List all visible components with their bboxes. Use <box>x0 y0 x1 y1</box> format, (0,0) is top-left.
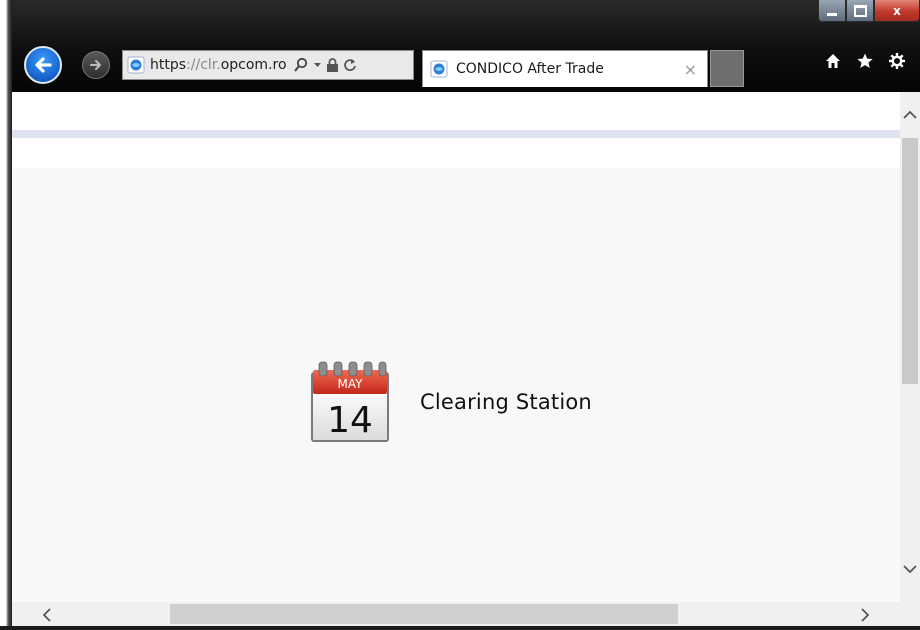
page-favicon-icon <box>127 56 145 74</box>
calendar-icon: MAY 14 <box>311 361 389 442</box>
maximize-icon <box>853 4 867 17</box>
scroll-down-icon[interactable] <box>903 564 917 574</box>
close-icon: x <box>893 3 901 18</box>
calendar-month: MAY <box>338 377 364 391</box>
forward-button[interactable] <box>82 51 110 79</box>
new-tab-button[interactable] <box>710 50 744 87</box>
page-viewport: MAY 14 Clearing Station <box>12 92 900 602</box>
url-subdomain: clr. <box>200 57 221 73</box>
toolbar-right <box>822 52 908 75</box>
window-bottom-edge <box>0 626 920 630</box>
scroll-left-icon[interactable] <box>42 608 52 622</box>
vertical-scroll-thumb[interactable] <box>902 138 918 384</box>
calendar-day: 14 <box>327 400 373 441</box>
clearing-station-tile[interactable]: MAY 14 Clearing Station <box>308 360 592 444</box>
tab-title: CONDICO After Trade <box>456 61 604 77</box>
horizontal-scroll-thumb[interactable] <box>170 604 678 624</box>
subheader-area <box>12 138 900 168</box>
minimize-button[interactable] <box>818 0 846 22</box>
tab-close-icon[interactable]: × <box>684 60 697 79</box>
address-bar[interactable]: https://clr.opcom.ro <box>122 50 414 80</box>
app-label: Clearing Station <box>420 390 592 414</box>
header-divider <box>12 130 900 138</box>
settings-gear-icon[interactable] <box>886 52 908 75</box>
tab-favicon-icon <box>430 60 448 78</box>
back-button[interactable] <box>24 46 62 84</box>
lock-icon[interactable] <box>326 57 339 73</box>
search-icon[interactable] <box>293 57 309 73</box>
refresh-icon[interactable] <box>343 58 357 72</box>
window-controls: x <box>818 0 920 22</box>
tab-condico[interactable]: CONDICO After Trade × <box>422 50 708 87</box>
scroll-up-icon[interactable] <box>903 110 917 120</box>
horizontal-scrollbar[interactable] <box>12 602 920 626</box>
favorites-star-icon[interactable] <box>854 52 876 75</box>
maximize-button[interactable] <box>846 0 874 22</box>
dropdown-icon[interactable] <box>313 61 322 69</box>
home-icon[interactable] <box>822 52 844 75</box>
scroll-right-icon[interactable] <box>860 608 870 622</box>
close-window-button[interactable]: x <box>874 0 920 22</box>
address-bar-actions <box>293 57 357 73</box>
minimize-icon <box>827 13 837 16</box>
url-domain: opcom.ro <box>220 57 287 73</box>
address-url: https://clr.opcom.ro <box>150 57 287 73</box>
vertical-scrollbar[interactable] <box>900 92 920 602</box>
url-protocol: https <box>150 57 187 73</box>
back-arrow-icon <box>35 57 52 73</box>
page-header-area <box>12 92 900 130</box>
forward-arrow-icon <box>90 60 101 70</box>
url-separator: :// <box>186 57 201 73</box>
window-left-edge <box>0 0 12 630</box>
